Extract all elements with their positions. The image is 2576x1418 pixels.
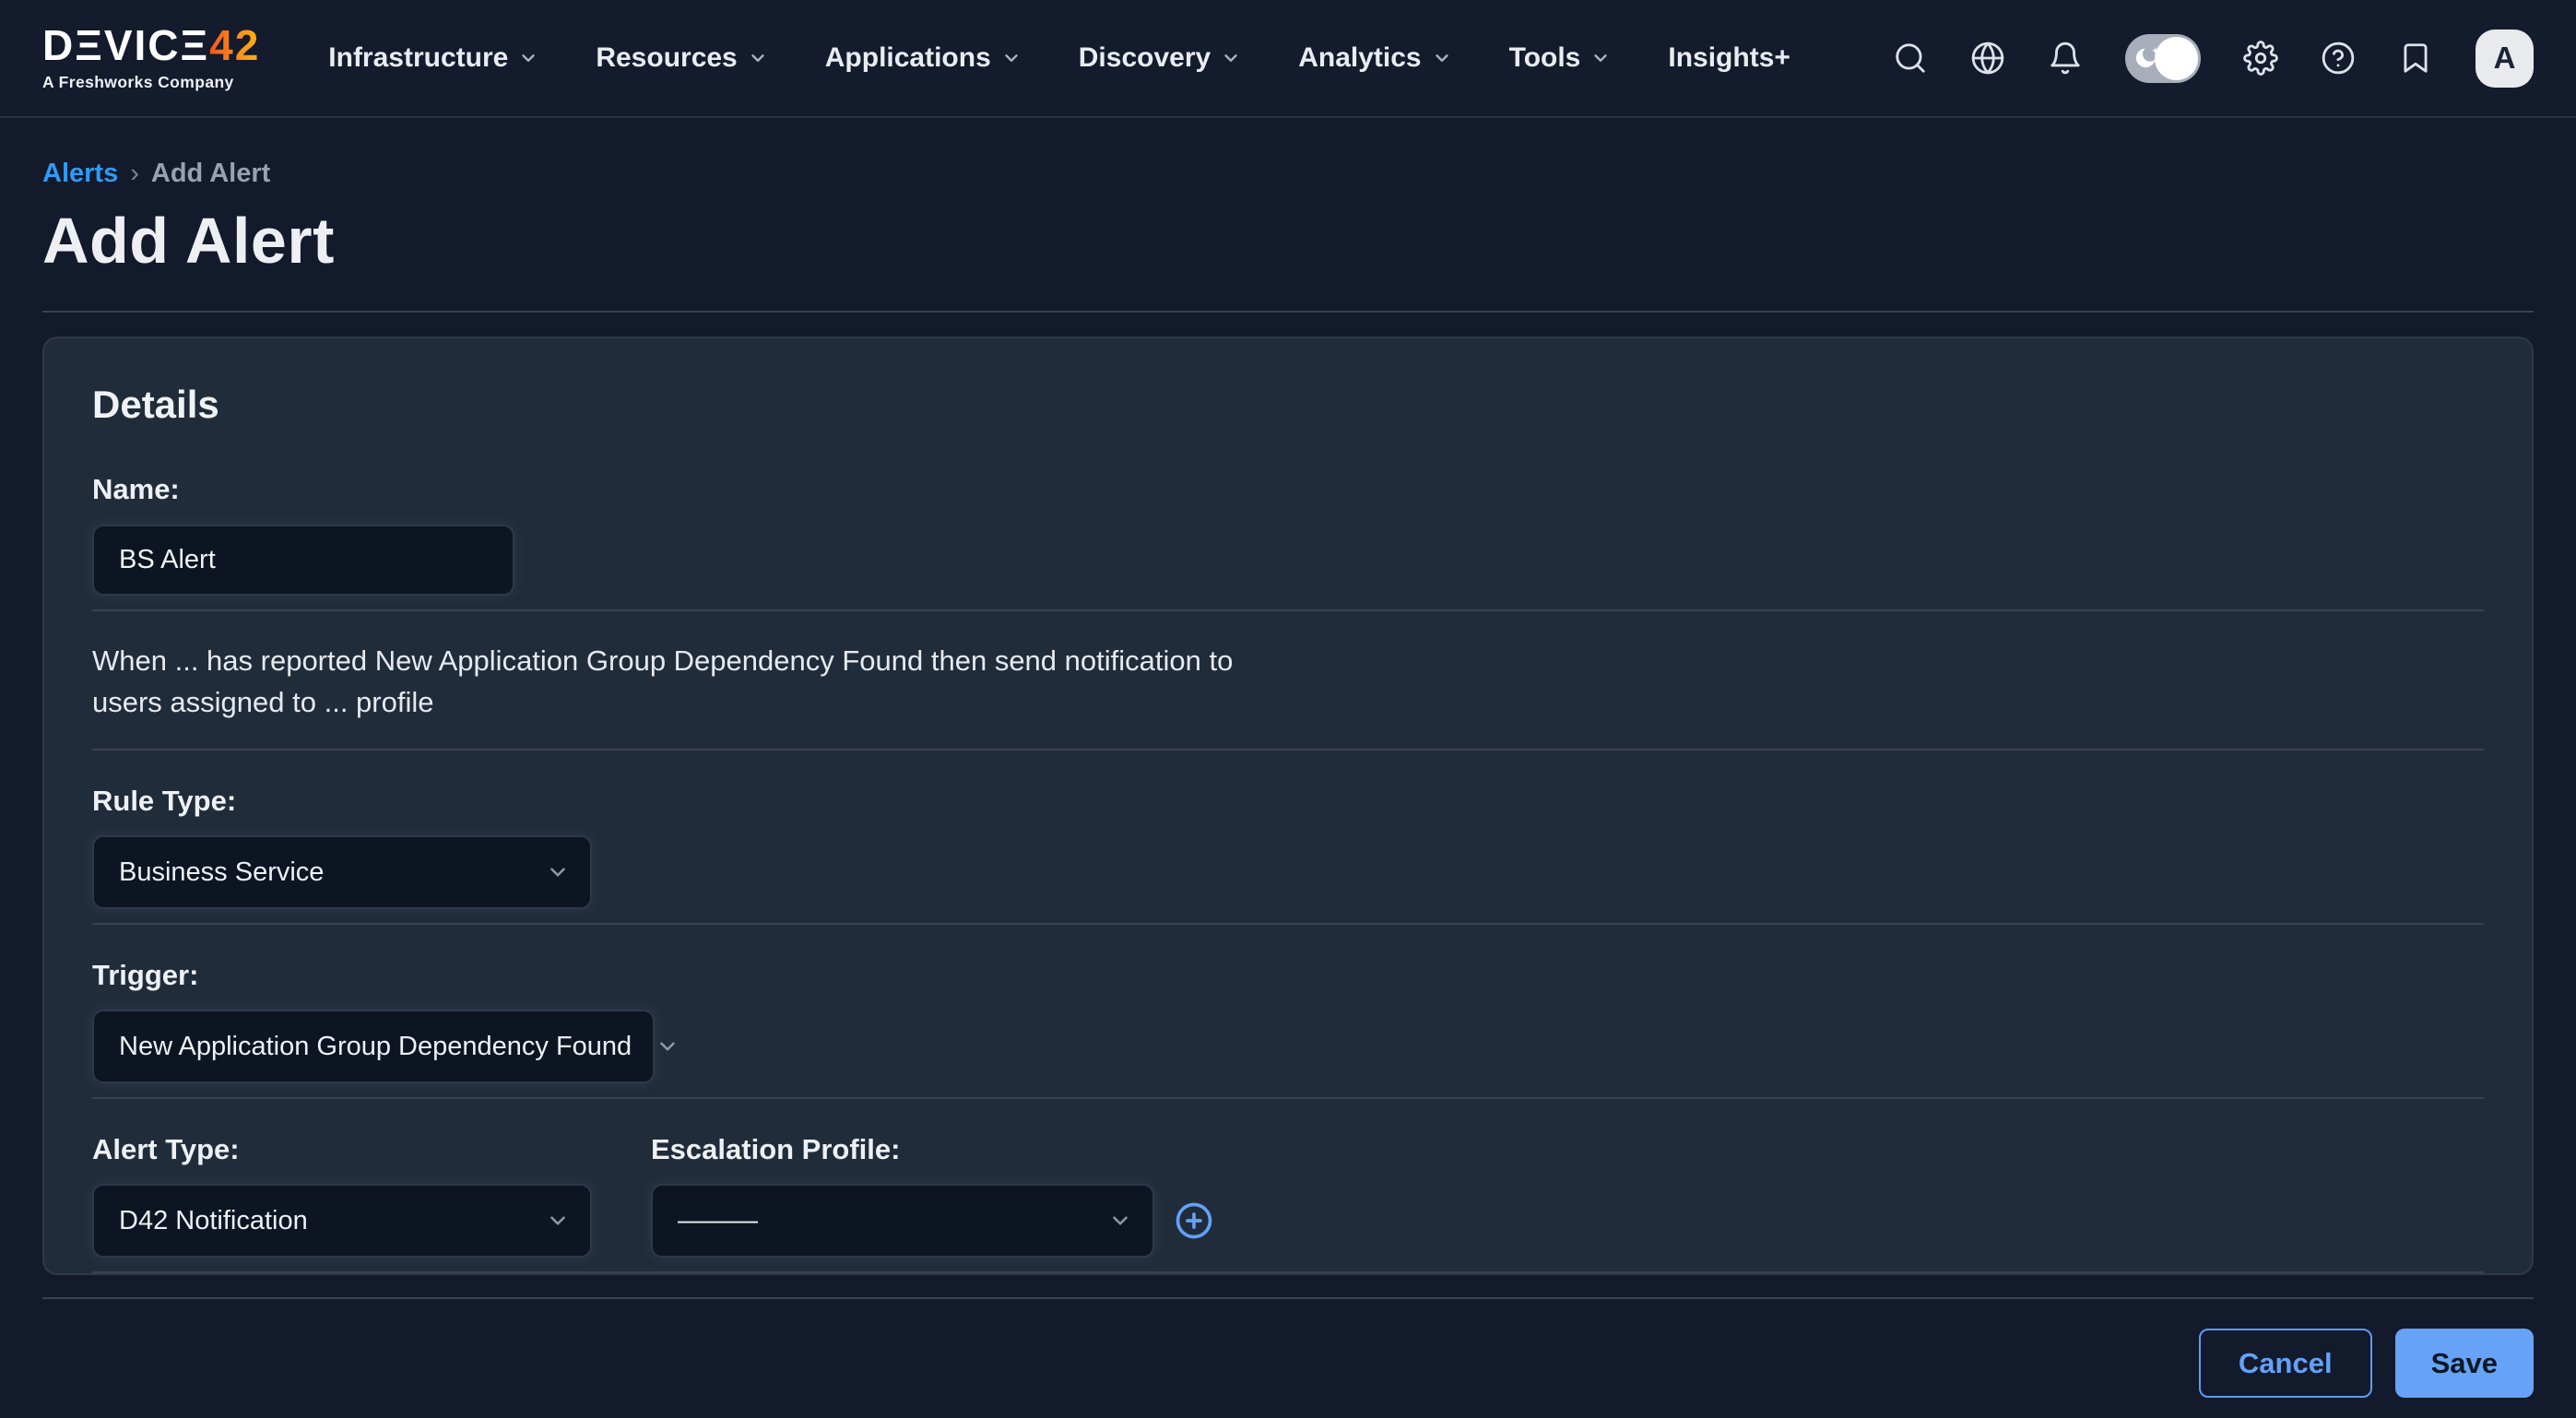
field-divider (92, 749, 2484, 750)
chevron-down-icon (1590, 48, 1611, 68)
globe-icon[interactable] (1970, 41, 2005, 76)
bookmark-icon[interactable] (2398, 41, 2433, 76)
chevron-down-icon (1108, 1209, 1132, 1233)
nav-item-label: Infrastructure (328, 42, 508, 74)
chevron-down-icon (748, 48, 768, 68)
nav-item-label: Tools (1509, 42, 1581, 74)
nav-item-insights[interactable]: Insights+ (1668, 42, 1790, 74)
nav-item-applications[interactable]: Applications (825, 42, 1022, 74)
nav-item-label: Resources (596, 42, 737, 74)
chevron-down-icon (518, 48, 538, 68)
avatar-initial: A (2494, 41, 2516, 76)
rule-type-value: Business Service (119, 857, 324, 888)
user-avatar[interactable]: A (2476, 30, 2534, 88)
save-button[interactable]: Save (2395, 1329, 2534, 1398)
top-navigation: DΞVICΞ42 A Freshworks Company Infrastruc… (0, 0, 2576, 118)
chevron-down-icon (1221, 48, 1241, 68)
trigger-value: New Application Group Dependency Found (119, 1032, 632, 1062)
footer-actions: Cancel Save (42, 1329, 2534, 1398)
nav-item-resources[interactable]: Resources (596, 42, 767, 74)
page-title: Add Alert (42, 204, 2534, 278)
breadcrumb: Alerts › Add Alert (42, 159, 2534, 189)
name-input[interactable] (92, 525, 514, 596)
rule-summary-text: When ... has reported New Application Gr… (92, 640, 2484, 723)
rule-type-select[interactable]: Business Service (92, 835, 592, 909)
footer-divider (42, 1297, 2534, 1299)
settings-gear-icon[interactable] (2243, 41, 2278, 76)
field-divider (92, 923, 2484, 925)
trigger-select[interactable]: New Application Group Dependency Found (92, 1010, 655, 1083)
search-icon[interactable] (1893, 41, 1928, 76)
escalation-profile-label: Escalation Profile: (651, 1133, 900, 1166)
field-divider (92, 1097, 2484, 1099)
notifications-bell-icon[interactable] (2048, 41, 2083, 76)
plus-circle-icon (1175, 1201, 1213, 1240)
logo-wordmark: DΞVICΞ42 (42, 24, 260, 66)
chevron-down-icon (1001, 48, 1022, 68)
breadcrumb-link-alerts[interactable]: Alerts (42, 159, 118, 189)
logo-subtitle: A Freshworks Company (42, 73, 260, 92)
nav-item-analytics[interactable]: Analytics (1298, 42, 1451, 74)
rule-type-label: Rule Type: (92, 785, 2484, 818)
field-divider (92, 609, 2484, 611)
rule-summary-line1: When ... has reported New Application Gr… (92, 640, 2484, 681)
chevron-down-icon (656, 1034, 679, 1058)
breadcrumb-current: Add Alert (151, 159, 270, 189)
rule-summary-line2: users assigned to ... profile (92, 681, 2484, 723)
details-card: Details Name: When ... has reported New … (42, 337, 2534, 1275)
nav-item-label: Analytics (1298, 42, 1421, 74)
alert-type-select[interactable]: D42 Notification (92, 1184, 592, 1258)
trigger-label: Trigger: (92, 959, 2484, 992)
nav-item-tools[interactable]: Tools (1509, 42, 1612, 74)
breadcrumb-separator: › (130, 159, 139, 189)
title-divider (42, 311, 2534, 313)
add-escalation-profile-button[interactable] (1175, 1201, 1213, 1240)
nav-item-discovery[interactable]: Discovery (1079, 42, 1241, 74)
nav-item-label: Applications (825, 42, 991, 74)
nav-actions: A (1893, 30, 2534, 88)
nav-item-infrastructure[interactable]: Infrastructure (328, 42, 538, 74)
alert-type-label: Alert Type: (92, 1133, 240, 1166)
logo-accent-42: 42 (209, 21, 260, 69)
main-menu: Infrastructure Resources Applications Di… (328, 42, 1790, 74)
cancel-button[interactable]: Cancel (2199, 1329, 2372, 1398)
escalation-profile-value: ——— (678, 1206, 758, 1236)
nav-item-label: Insights+ (1668, 42, 1790, 74)
chevron-down-icon (546, 1209, 570, 1233)
theme-toggle[interactable] (2125, 34, 2201, 83)
section-title: Details (92, 383, 2484, 427)
field-divider (92, 1271, 2484, 1273)
help-icon[interactable] (2321, 41, 2356, 76)
toggle-knob (2155, 37, 2198, 80)
chevron-down-icon (546, 860, 570, 884)
escalation-profile-select[interactable]: ——— (651, 1184, 1154, 1258)
name-label: Name: (92, 473, 2484, 506)
chevron-down-icon (1432, 48, 1452, 68)
device42-logo[interactable]: DΞVICΞ42 A Freshworks Company (42, 24, 260, 92)
alert-type-value: D42 Notification (119, 1206, 308, 1236)
nav-item-label: Discovery (1079, 42, 1211, 74)
